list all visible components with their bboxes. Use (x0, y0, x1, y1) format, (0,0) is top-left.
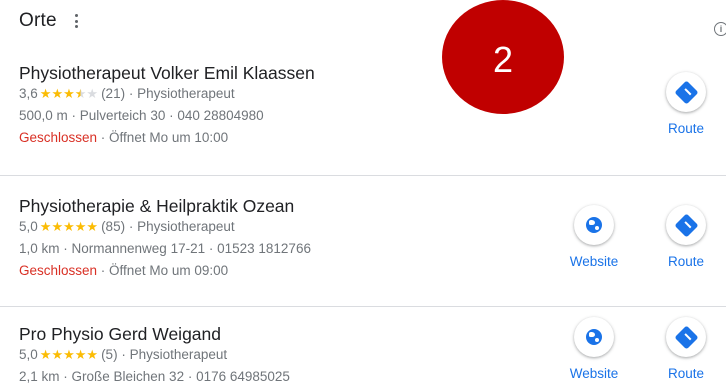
place-info: Physiotherapie & Heilpraktik Ozean 5,0 ★★… (19, 195, 311, 280)
separator: · (59, 369, 72, 384)
divider (0, 175, 726, 176)
route-button[interactable]: Route (656, 72, 716, 136)
separator: · (117, 347, 130, 362)
category: Physiotherapeut (137, 219, 235, 234)
separator: · (97, 263, 110, 278)
star-empty-icon: ★ (86, 86, 99, 101)
review-count[interactable]: (21) (101, 86, 125, 101)
rating-line: 5,0 ★★★★★ (85) · Physiotherapeut (19, 218, 311, 236)
separator: · (205, 241, 218, 256)
place-info: Physiotherapeut Volker Emil Klaassen 3,6… (19, 62, 315, 147)
distance: 500,0 m (19, 108, 68, 123)
star-half-icon: ★ (74, 86, 87, 101)
address: Pulverteich 30 (79, 108, 166, 123)
separator: · (125, 219, 138, 234)
route-circle[interactable] (666, 205, 706, 245)
phone: 01523 1812766 (217, 241, 311, 256)
rating-stars: ★★★★★ (40, 218, 98, 236)
place-name[interactable]: Physiotherapie & Heilpraktik Ozean (19, 195, 311, 217)
website-circle[interactable] (574, 317, 614, 357)
globe-icon (586, 329, 602, 345)
hours-line: Geschlossen · Öffnet Mo um 10:00 (19, 129, 315, 147)
route-circle[interactable] (666, 317, 706, 357)
rating-line: 3,6 ★★★★★ (21) · Physiotherapeut (19, 85, 315, 103)
phone: 0176 64985025 (196, 369, 290, 384)
section-title: Orte (19, 10, 57, 31)
opening-hours: Öffnet Mo um 10:00 (109, 130, 229, 145)
star-icon: ★ (74, 347, 87, 362)
phone: 040 28804980 (177, 108, 264, 123)
review-count[interactable]: (85) (101, 219, 125, 234)
route-circle[interactable] (666, 72, 706, 112)
website-button[interactable]: Website (564, 317, 624, 381)
rating-value: 5,0 (19, 219, 38, 234)
address-line: 500,0 m · Pulverteich 30 · 040 28804980 (19, 107, 315, 125)
rating-stars: ★★★★★ (40, 346, 98, 364)
separator: · (125, 86, 138, 101)
directions-icon (673, 212, 699, 238)
divider (0, 306, 726, 307)
opening-hours: Öffnet Mo um 09:00 (109, 263, 229, 278)
place-info: Pro Physio Gerd Weigand 5,0 ★★★★★ (5) · Ph… (19, 323, 290, 386)
route-label[interactable]: Route (668, 254, 704, 269)
star-icon: ★ (51, 347, 64, 362)
address-line: 2,1 km · Große Bleichen 32 · 0176 649850… (19, 368, 290, 386)
place-card[interactable]: Physiotherapeut Volker Emil Klaassen 3,6… (0, 62, 726, 168)
route-button[interactable]: Route (656, 317, 716, 381)
place-name[interactable]: Pro Physio Gerd Weigand (19, 323, 290, 345)
separator: · (184, 369, 197, 384)
website-label[interactable]: Website (570, 254, 619, 269)
globe-icon (586, 217, 602, 233)
review-count[interactable]: (5) (101, 347, 118, 362)
rating-line: 5,0 ★★★★★ (5) · Physiotherapeut (19, 346, 290, 364)
place-name[interactable]: Physiotherapeut Volker Emil Klaassen (19, 62, 315, 84)
separator: · (97, 130, 110, 145)
route-label[interactable]: Route (668, 366, 704, 381)
star-icon: ★ (74, 219, 87, 234)
directions-icon (673, 79, 699, 105)
star-icon: ★ (39, 347, 52, 362)
separator: · (67, 108, 80, 123)
website-label[interactable]: Website (570, 366, 619, 381)
star-icon: ★ (86, 219, 99, 234)
info-icon[interactable]: i (714, 22, 726, 36)
star-icon: ★ (63, 86, 75, 101)
category: Physiotherapeut (129, 347, 228, 362)
rating-value: 5,0 (19, 347, 38, 362)
star-icon: ★ (51, 219, 64, 234)
address: Große Bleichen 32 (71, 369, 185, 384)
open-status: Geschlossen (19, 130, 98, 145)
star-icon: ★ (63, 347, 75, 362)
rating-stars: ★★★★★ (40, 85, 98, 103)
place-card[interactable]: Physiotherapie & Heilpraktik Ozean 5,0 ★★… (0, 195, 726, 301)
section-header: Orte (19, 8, 83, 34)
star-icon: ★ (86, 347, 99, 362)
open-status: Geschlossen (19, 263, 98, 278)
star-icon: ★ (39, 86, 52, 101)
rating-value: 3,6 (19, 86, 38, 101)
distance: 2,1 km (19, 369, 60, 384)
address-line: 1,0 km · Normannenweg 17-21 · 01523 1812… (19, 240, 311, 258)
route-button[interactable]: Route (656, 205, 716, 269)
directions-icon (673, 324, 699, 350)
category: Physiotherapeut (137, 86, 235, 101)
place-card[interactable]: Pro Physio Gerd Weigand 5,0 ★★★★★ (5) · Ph… (0, 317, 726, 388)
distance: 1,0 km (19, 241, 60, 256)
website-circle[interactable] (574, 205, 614, 245)
route-label[interactable]: Route (668, 121, 704, 136)
website-button[interactable]: Website (564, 205, 624, 269)
hours-line: Geschlossen · Öffnet Mo um 09:00 (19, 262, 311, 280)
address: Normannenweg 17-21 (71, 241, 206, 256)
star-icon: ★ (39, 219, 52, 234)
separator: · (59, 241, 72, 256)
more-vert-icon[interactable] (71, 11, 83, 31)
star-icon: ★ (63, 219, 75, 234)
star-icon: ★ (51, 86, 64, 101)
separator: · (165, 108, 178, 123)
